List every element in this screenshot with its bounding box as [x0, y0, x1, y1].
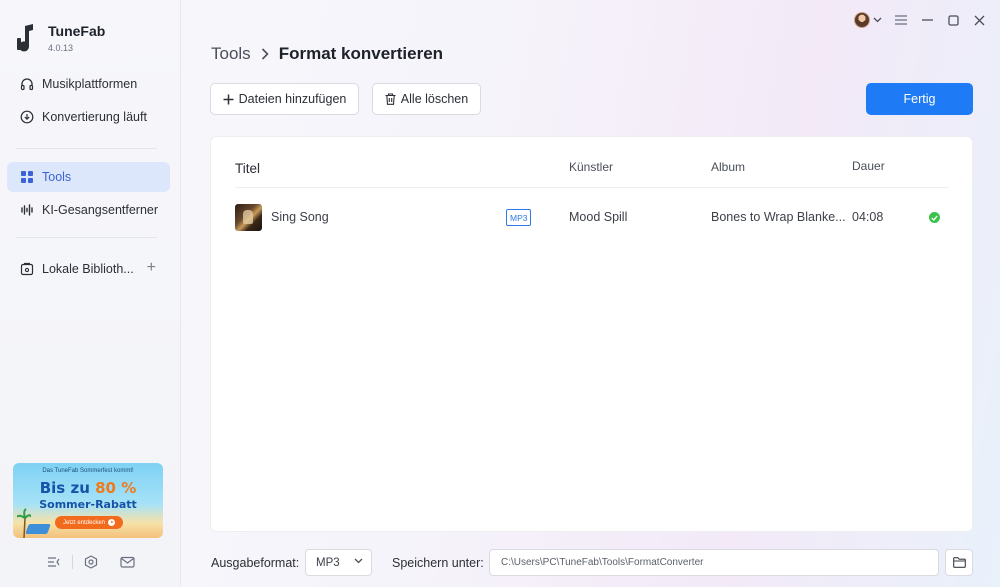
chevron-down-icon [354, 558, 363, 564]
column-header-title: Titel [235, 161, 261, 176]
promo-button-label: Jetzt entdecken [62, 519, 106, 526]
divider [16, 237, 157, 238]
account-menu[interactable] [854, 12, 882, 28]
app-version: 4.0.13 [48, 43, 74, 53]
column-header-artist: Künstler [569, 160, 614, 174]
promo-top-text: Das TuneFab Sommerfest kommt! [42, 468, 134, 474]
promo-button[interactable]: Jetzt entdecken [55, 516, 123, 529]
clear-all-button[interactable]: Alle löschen [372, 83, 481, 115]
promo-headline-prefix: Bis zu [39, 479, 90, 497]
column-header-duration: Dauer [852, 159, 885, 173]
check-circle-icon [929, 212, 940, 223]
page-title: Format konvertieren [278, 44, 444, 63]
clear-all-label: Alle löschen [400, 92, 469, 106]
track-artist: Mood Spill [569, 210, 628, 224]
sidebar-item-label: Tools [42, 170, 72, 184]
play-circle-icon [108, 519, 116, 526]
output-format-label: Ausgabeformat: [211, 556, 300, 570]
track-duration: 04:08 [852, 210, 884, 224]
file-list-panel: Titel Künstler Album Dauer Sing Song MP3… [210, 136, 973, 532]
beach-chair-icon [25, 524, 51, 534]
brand: TuneFab 4.0.13 [16, 22, 105, 53]
app-name: TuneFab [48, 23, 106, 39]
waveform-icon [20, 203, 34, 217]
output-format-select[interactable]: MP3 [305, 549, 372, 576]
divider [16, 148, 157, 149]
chevron-down-icon [873, 17, 882, 23]
promo-headline: Bis zu 80 % [13, 479, 163, 497]
download-circle-icon [20, 110, 34, 124]
save-location-label: Speichern unter: [392, 556, 484, 570]
sidebar-item-tools[interactable]: Tools [7, 162, 170, 192]
trash-icon [385, 93, 396, 105]
add-files-label: Dateien hinzufügen [238, 92, 347, 106]
sidebar-item-konvertierung[interactable]: Konvertierung läuft [7, 102, 170, 132]
sidebar-item-label: Lokale Biblioth... [42, 262, 134, 276]
headphones-icon [20, 77, 34, 91]
promo-headline-value: 80 % [95, 479, 137, 497]
format-badge: MP3 [506, 209, 532, 226]
tunefab-logo-icon [17, 24, 33, 52]
settings-hex-icon[interactable] [73, 555, 109, 569]
plus-icon [223, 94, 234, 104]
sidebar-item-label: Konvertierung läuft [42, 110, 147, 124]
breadcrumb-parent[interactable]: Tools [211, 44, 251, 64]
sidebar-item-label: KI-Gesangsentferner [42, 203, 159, 217]
header-divider [235, 187, 949, 188]
add-files-button[interactable]: Dateien hinzufügen [210, 83, 359, 115]
sidebar-item-lokale-bibliothek[interactable]: Lokale Biblioth... + [7, 254, 170, 284]
folder-icon[interactable] [945, 549, 973, 576]
track-album: Bones to Wrap Blanke... [711, 210, 846, 224]
album-cover-thumbnail [235, 204, 262, 231]
collapse-sidebar-icon[interactable] [36, 555, 72, 569]
sidebar-item-label: Musikplattformen [42, 77, 138, 91]
minimize-icon[interactable] [920, 13, 934, 27]
maximize-icon[interactable] [946, 13, 960, 27]
breadcrumb: Tools Format konvertieren [211, 44, 443, 64]
sidebar: TuneFab 4.0.13 Musikplattformen Konverti… [0, 0, 181, 587]
close-icon[interactable] [972, 13, 986, 27]
plus-icon[interactable]: + [147, 260, 156, 276]
menu-icon[interactable] [894, 13, 908, 27]
save-path-field[interactable]: C:\Users\PC\TuneFab\Tools\FormatConverte… [489, 549, 939, 576]
done-button[interactable]: Fertig [866, 83, 973, 115]
chevron-right-icon [261, 48, 269, 60]
mail-icon[interactable] [109, 555, 145, 569]
sidebar-bottom-bar [0, 550, 181, 574]
sidebar-item-ki-gesangsentferner[interactable]: KI-Gesangsentferner [7, 195, 170, 225]
window-controls [854, 12, 986, 28]
library-icon [20, 262, 34, 276]
avatar [854, 12, 870, 28]
promo-banner[interactable]: Das TuneFab Sommerfest kommt! Bis zu 80 … [13, 463, 163, 538]
promo-subline: Sommer-Rabatt [39, 498, 137, 511]
column-header-album: Album [711, 160, 746, 174]
output-format-value: MP3 [316, 556, 340, 569]
sidebar-item-musikplattformen[interactable]: Musikplattformen [7, 69, 170, 99]
grid-icon [20, 170, 34, 184]
track-title: Sing Song [271, 210, 329, 224]
